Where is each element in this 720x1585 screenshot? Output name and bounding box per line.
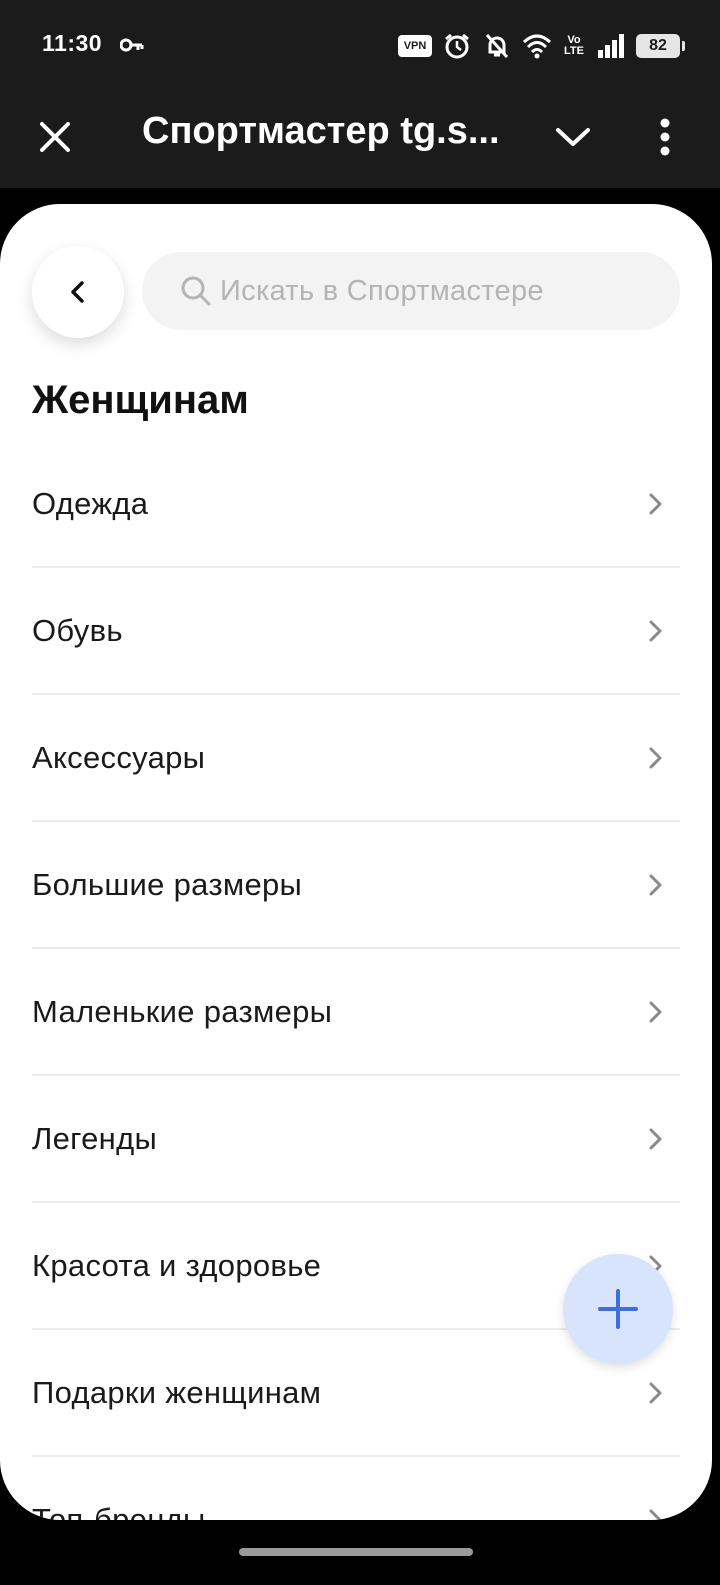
- category-item-top-brands[interactable]: Топ-бренды: [32, 1457, 680, 1520]
- category-label: Одежда: [32, 485, 149, 521]
- category-item-legends[interactable]: Легенды: [32, 1076, 680, 1203]
- chevron-right-icon: [649, 747, 662, 768]
- chevron-right-icon: [649, 1128, 662, 1149]
- chevron-left-icon: [71, 281, 84, 303]
- volte-bottom-label: LTE: [564, 45, 584, 57]
- battery-indicator: 82: [636, 34, 685, 58]
- search-icon: [181, 276, 211, 306]
- app-title: Спортмастер tg.s...: [142, 110, 500, 152]
- category-label: Аксессуары: [32, 739, 206, 775]
- category-item-accessories[interactable]: Аксессуары: [32, 695, 680, 822]
- close-icon[interactable]: [30, 112, 80, 162]
- plus-icon: [598, 1289, 638, 1329]
- category-item-shoes[interactable]: Обувь: [32, 568, 680, 695]
- alarm-icon: [445, 33, 469, 59]
- category-label: Маленькие размеры: [32, 993, 333, 1029]
- category-label: Подарки женщинам: [32, 1374, 322, 1410]
- chevron-right-icon: [649, 620, 662, 641]
- volte-indicator: Vo LTE: [562, 35, 586, 57]
- gesture-nav-handle[interactable]: [239, 1548, 473, 1556]
- status-time: 11:30: [42, 30, 103, 56]
- category-list: Одежда Обувь Аксессуары Большие размеры …: [32, 441, 680, 1520]
- chevron-right-icon: [649, 874, 662, 895]
- key-icon: [120, 38, 144, 52]
- back-button[interactable]: [32, 246, 124, 338]
- category-label: Топ-бренды: [32, 1501, 206, 1521]
- category-label: Легенды: [32, 1120, 158, 1156]
- chevron-right-icon: [649, 1001, 662, 1022]
- chevron-right-icon: [649, 1509, 662, 1520]
- chevron-down-icon[interactable]: [548, 112, 598, 162]
- add-fab-button[interactable]: [563, 1254, 673, 1364]
- category-item-plus-sizes[interactable]: Большие размеры: [32, 822, 680, 949]
- category-label: Красота и здоровье: [32, 1247, 322, 1283]
- app-bar: Спортмастер tg.s...: [0, 92, 720, 188]
- status-bar: 11:30 VPN Vo LTE 82: [0, 0, 720, 92]
- chevron-right-icon: [649, 1382, 662, 1403]
- search-placeholder: Искать в Спортмастере: [220, 274, 544, 307]
- wifi-icon: [522, 34, 552, 59]
- category-item-small-sizes[interactable]: Маленькие размеры: [32, 949, 680, 1076]
- vpn-badge: VPN: [398, 35, 432, 57]
- category-label: Обувь: [32, 612, 123, 648]
- more-vert-icon[interactable]: [640, 112, 690, 162]
- status-icons: VPN Vo LTE 82: [398, 28, 685, 64]
- bell-muted-icon: [485, 33, 509, 59]
- search-input[interactable]: Искать в Спортмастере: [142, 252, 680, 330]
- signal-icon: [598, 34, 624, 58]
- page-title: Женщинам: [32, 378, 249, 422]
- chevron-right-icon: [649, 493, 662, 514]
- category-item-clothing[interactable]: Одежда: [32, 441, 680, 568]
- category-label: Большие размеры: [32, 866, 303, 902]
